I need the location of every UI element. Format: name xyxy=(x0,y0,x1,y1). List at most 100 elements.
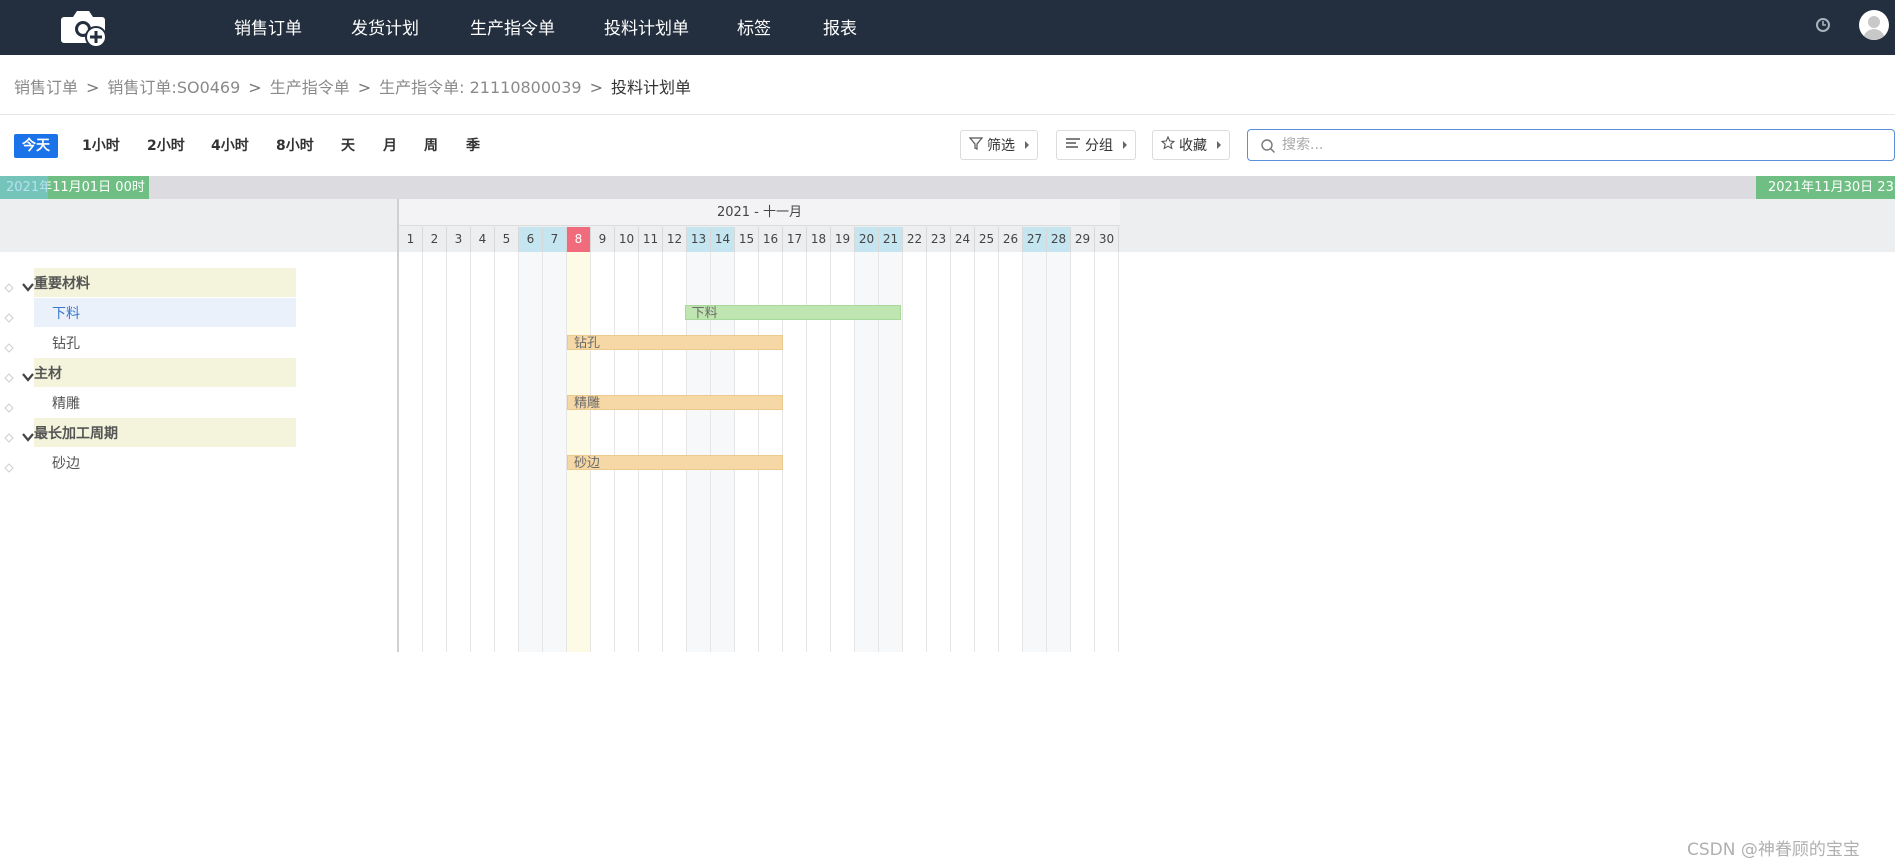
drag-handle-icon[interactable] xyxy=(4,338,14,353)
drag-handle-icon[interactable] xyxy=(4,428,14,443)
nav-labels[interactable]: 标签 xyxy=(737,14,771,39)
nav-production-order[interactable]: 生产指令单 xyxy=(470,14,555,39)
breadcrumb-sales-order-detail[interactable]: 销售订单:SO0469 xyxy=(107,78,240,97)
day-column xyxy=(975,252,999,652)
favorite-label: 收藏 xyxy=(1179,138,1207,154)
day-header-cell: 5 xyxy=(495,227,519,252)
day-header-cell: 11 xyxy=(639,227,663,252)
scale-month-button[interactable]: 月 xyxy=(383,134,397,158)
task-label: 精雕 xyxy=(52,396,80,412)
scale-quarter-button[interactable]: 季 xyxy=(466,134,480,158)
drag-handle-icon[interactable] xyxy=(4,398,14,413)
watermark: CSDN @神眷顾的宝宝 xyxy=(1687,840,1860,860)
caret-right-icon xyxy=(1217,141,1221,149)
chevron-down-icon[interactable] xyxy=(22,427,34,442)
user-avatar-icon[interactable] xyxy=(1859,10,1889,40)
scale-week-button[interactable]: 周 xyxy=(424,134,438,158)
drag-handle-icon[interactable] xyxy=(4,308,14,323)
day-header-cell: 18 xyxy=(807,227,831,252)
range-end-label[interactable]: 2021年11月30日 23时 xyxy=(1756,176,1895,199)
scale-2h-button[interactable]: 2小时 xyxy=(147,134,185,158)
day-column xyxy=(639,252,663,652)
day-header-cell: 12 xyxy=(663,227,687,252)
nav-sales-order[interactable]: 销售订单 xyxy=(234,14,302,39)
task-bar[interactable]: 钻孔 xyxy=(567,335,783,350)
chevron-down-icon[interactable] xyxy=(22,367,34,382)
day-header-cell: 26 xyxy=(999,227,1023,252)
scale-today-button[interactable]: 今天 xyxy=(14,134,58,158)
task-label: 下料 xyxy=(52,306,80,322)
task-bar[interactable]: 砂边 xyxy=(567,455,783,470)
chevron-down-icon[interactable] xyxy=(22,277,34,292)
day-header-cell: 29 xyxy=(1071,227,1095,252)
breadcrumb-current: 投料计划单 xyxy=(611,78,692,97)
tree-task-row[interactable]: 精雕 xyxy=(0,388,398,418)
day-header-cell: 13 xyxy=(687,227,711,252)
breadcrumb-production-order-detail[interactable]: 生产指令单: 21110800039 xyxy=(379,78,581,97)
breadcrumb-production-order[interactable]: 生产指令单 xyxy=(270,78,350,97)
day-column xyxy=(519,252,543,652)
scale-day-button[interactable]: 天 xyxy=(341,134,355,158)
group-label: 主材 xyxy=(34,366,62,382)
group-label: 重要材料 xyxy=(34,276,90,292)
day-column xyxy=(447,252,471,652)
caret-right-icon xyxy=(1123,141,1127,149)
day-column xyxy=(1095,252,1119,652)
day-header-cell: 4 xyxy=(471,227,495,252)
search-icon xyxy=(1260,138,1276,154)
range-start-handle[interactable] xyxy=(0,176,48,199)
drag-handle-icon[interactable] xyxy=(4,458,14,473)
tree-group-row[interactable]: 最长加工周期 xyxy=(0,418,398,448)
day-header-cell: 9 xyxy=(591,227,615,252)
breadcrumb-sales-order[interactable]: 销售订单 xyxy=(14,78,78,97)
nav-feeding-plan[interactable]: 投料计划单 xyxy=(604,14,689,39)
tree-task-row[interactable]: 下料 xyxy=(0,298,398,328)
tree-group-row[interactable]: 主材 xyxy=(0,358,398,388)
breadcrumb-separator: > xyxy=(86,78,100,97)
filter-label: 筛选 xyxy=(987,138,1015,154)
group-label: 最长加工周期 xyxy=(34,426,118,442)
date-range-slider[interactable] xyxy=(0,176,1895,199)
group-button[interactable]: 分组 xyxy=(1056,130,1136,160)
camera-add-icon[interactable] xyxy=(58,5,110,49)
breadcrumb: 销售订单 > 销售订单:SO0469 > 生产指令单 > 生产指令单: 2111080003… xyxy=(14,74,691,98)
task-bar[interactable]: 精雕 xyxy=(567,395,783,410)
tree-task-row[interactable]: 钻孔 xyxy=(0,328,398,358)
drag-handle-icon[interactable] xyxy=(4,368,14,383)
breadcrumb-separator: > xyxy=(357,78,372,97)
day-header-cell: 22 xyxy=(903,227,927,252)
day-column xyxy=(615,252,639,652)
day-column xyxy=(999,252,1023,652)
day-header-cell: 21 xyxy=(879,227,903,252)
filter-button[interactable]: 筛选 xyxy=(960,130,1038,160)
nav-delivery-plan[interactable]: 发货计划 xyxy=(351,14,419,39)
scale-4h-button[interactable]: 4小时 xyxy=(211,134,249,158)
scale-1h-button[interactable]: 1小时 xyxy=(82,134,120,158)
clock-icon[interactable] xyxy=(1814,16,1832,34)
day-header-cell: 14 xyxy=(711,227,735,252)
scale-8h-button[interactable]: 8小时 xyxy=(276,134,314,158)
day-header-cell: 16 xyxy=(759,227,783,252)
day-header-cell: 7 xyxy=(543,227,567,252)
drag-handle-icon[interactable] xyxy=(4,278,14,293)
tree-task-row[interactable]: 砂边 xyxy=(0,448,398,478)
tree-group-row[interactable]: 重要材料 xyxy=(0,268,398,298)
day-header-cell: 27 xyxy=(1023,227,1047,252)
day-header-cell: 15 xyxy=(735,227,759,252)
day-header-cell: 17 xyxy=(783,227,807,252)
day-header-cell: 10 xyxy=(615,227,639,252)
nav-reports[interactable]: 报表 xyxy=(823,14,857,39)
search-input[interactable] xyxy=(1282,134,1882,156)
day-column xyxy=(567,252,591,652)
day-header-cell: 8 xyxy=(567,227,591,252)
day-column xyxy=(591,252,615,652)
breadcrumb-separator: > xyxy=(589,78,603,97)
day-column xyxy=(903,252,927,652)
group-label: 分组 xyxy=(1085,138,1113,154)
day-header-cell: 20 xyxy=(855,227,879,252)
favorite-button[interactable]: 收藏 xyxy=(1152,130,1230,160)
filter-icon xyxy=(968,136,984,154)
day-header-cell: 19 xyxy=(831,227,855,252)
search-box xyxy=(1247,129,1895,161)
task-bar[interactable]: 下料 xyxy=(684,305,901,320)
